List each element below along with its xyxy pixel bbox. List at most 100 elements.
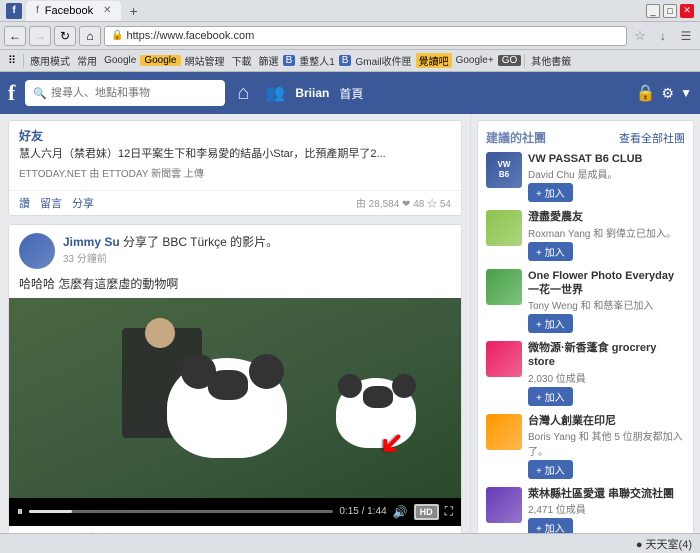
toolbar-item-go[interactable]: GO bbox=[498, 55, 522, 66]
toolbar-item-filter[interactable]: 篩選 bbox=[256, 53, 282, 68]
video-time-display: 0:15 / 1:44 bbox=[339, 506, 386, 517]
toolbar-item-mode[interactable]: 應用模式 bbox=[27, 53, 73, 68]
group-name-5[interactable]: 萊林縣社區愛還 串聯交流社團 bbox=[528, 487, 685, 501]
toolbar-item-common[interactable]: 常用 bbox=[74, 53, 100, 68]
toolbar-item-read[interactable]: 覺讀吧 bbox=[416, 53, 452, 68]
join-button-3[interactable]: + 加入 bbox=[528, 387, 573, 406]
tab-favicon: f bbox=[36, 5, 39, 16]
group-item-5: 萊林縣社區愛還 串聯交流社團 2,471 位成員 + 加入 bbox=[486, 487, 685, 533]
right-sidebar: 建議的社團 查看全部社團 VWB6 VW PASSAT B6 CLUB Davi… bbox=[470, 114, 700, 533]
back-button[interactable]: ← bbox=[4, 26, 26, 46]
maximize-button[interactable]: □ bbox=[663, 4, 677, 18]
search-icon: 🔍 bbox=[33, 87, 47, 100]
volume-icon[interactable]: 🔊 bbox=[393, 505, 408, 519]
url-text: https://www.facebook.com bbox=[126, 30, 254, 42]
action-comment-top[interactable]: 留言 bbox=[40, 195, 62, 211]
post-author-avatar bbox=[19, 233, 55, 269]
see-all-link[interactable]: 查看全部社團 bbox=[619, 130, 685, 146]
group-item-0: VWB6 VW PASSAT B6 CLUB David Chu 是成員。 + … bbox=[486, 152, 685, 202]
group-name-1[interactable]: 澄盡愛農友 bbox=[528, 210, 685, 224]
new-tab-btn[interactable]: + bbox=[125, 3, 141, 19]
toolbar-item-b2[interactable]: B bbox=[339, 55, 352, 66]
group-name-0[interactable]: VW PASSAT B6 CLUB bbox=[528, 152, 685, 166]
top-post-source: ETTODAY.NET 由 ETTODAY 新聞雲 上傳 bbox=[19, 165, 451, 180]
fullscreen-icon[interactable]: ⛶ bbox=[445, 504, 453, 519]
group-avatar-4 bbox=[486, 414, 522, 450]
fb-user-name[interactable]: Briian bbox=[295, 86, 329, 100]
post-card-top: 好友 慧人六月（禁君妹）12日平案生下和李易愛的結晶小Star，比預產期早了2.… bbox=[8, 120, 462, 216]
close-button[interactable]: ✕ bbox=[680, 4, 694, 18]
toolbar-item-refresh[interactable]: 重整人1 bbox=[296, 53, 338, 68]
video-post-time: 33 分鐘前 bbox=[63, 250, 451, 265]
chat-status[interactable]: ● 天天室(4) bbox=[636, 536, 692, 552]
progress-bar[interactable] bbox=[29, 510, 333, 513]
toolbar-item-bookmarks[interactable]: 其他書籤 bbox=[528, 53, 574, 68]
video-controls-bar[interactable]: ⏸ 0:15 / 1:44 🔊 HD ⛶ bbox=[9, 498, 461, 526]
toolbar-item-admin[interactable]: 網站管理 bbox=[182, 53, 228, 68]
status-bar: ● 天天室(4) bbox=[0, 533, 700, 553]
join-button-5[interactable]: + 加入 bbox=[528, 518, 573, 533]
group-meta-5: 2,471 位成員 bbox=[528, 501, 685, 516]
toolbar-bookmark-google2[interactable]: Google bbox=[140, 55, 180, 66]
star-icon[interactable]: ☆ bbox=[630, 26, 650, 46]
group-avatar-2 bbox=[486, 269, 522, 305]
toolbar-item-download[interactable]: 下載 bbox=[229, 53, 255, 68]
browser-icon: f bbox=[6, 3, 22, 19]
toolbar-item-gplus[interactable]: Google+ bbox=[453, 55, 497, 66]
forward-button[interactable]: → bbox=[29, 26, 51, 46]
group-name-2[interactable]: One Flower Photo Everyday 一花一世界 bbox=[528, 269, 685, 298]
toolbar-item-b1[interactable]: B bbox=[283, 55, 296, 66]
group-meta-4: Boris Yang 和 其他 5 位朋友都加入了。 bbox=[528, 428, 685, 458]
toolbar-item-gmail[interactable]: Gmail收件匣 bbox=[352, 53, 414, 68]
apps-icon[interactable]: ⠿ bbox=[4, 54, 20, 67]
fb-notification-icon[interactable]: 🔒 bbox=[636, 83, 656, 103]
group-meta-3: 2,030 位成員 bbox=[528, 370, 685, 385]
group-avatar-3 bbox=[486, 341, 522, 377]
group-avatar-1 bbox=[486, 210, 522, 246]
groups-title: 建議的社團 bbox=[486, 129, 546, 146]
group-meta-0: David Chu 是成員。 bbox=[528, 166, 685, 181]
video-post-card: Jimmy Su 分享了 BBC Türkçe 的影片。 33 分鐘前 哈哈哈 … bbox=[8, 224, 462, 534]
lock-icon: 🔒 bbox=[111, 30, 123, 41]
fb-dropdown-icon[interactable]: ▼ bbox=[680, 86, 692, 100]
group-name-3[interactable]: 微物源·新香蓬食 grocrery store bbox=[528, 341, 685, 370]
group-avatar-5 bbox=[486, 487, 522, 523]
fb-search-box[interactable]: 🔍 bbox=[25, 80, 225, 106]
groups-section: 建議的社團 查看全部社團 VWB6 VW PASSAT B6 CLUB Davi… bbox=[477, 120, 694, 533]
fb-settings-icon[interactable]: ⚙ bbox=[662, 85, 675, 102]
tab-close-icon[interactable]: ✕ bbox=[103, 5, 111, 16]
video-post-author[interactable]: Jimmy Su bbox=[63, 235, 120, 249]
minimize-button[interactable]: _ bbox=[646, 4, 660, 18]
search-input[interactable] bbox=[51, 87, 217, 99]
group-meta-2: Tony Weng 和 和慈峯已加入 bbox=[528, 297, 685, 312]
home-button[interactable]: ⌂ bbox=[79, 26, 101, 46]
fb-nav-friends-icon[interactable]: 👥 bbox=[261, 83, 289, 103]
fb-page-link[interactable]: 首頁 bbox=[339, 85, 363, 102]
join-button-4[interactable]: + 加入 bbox=[528, 460, 573, 479]
video-post-action: 分享了 BBC Türkçe 的影片。 bbox=[123, 235, 278, 249]
hd-badge[interactable]: HD bbox=[414, 504, 439, 520]
view-count: 34,678,181 次觀覽 bbox=[9, 526, 461, 534]
address-bar[interactable]: 🔒 https://www.facebook.com bbox=[104, 26, 627, 46]
download-icon[interactable]: ↓ bbox=[653, 26, 673, 46]
group-name-4[interactable]: 台灣人創業在印尼 bbox=[528, 414, 685, 428]
tab-title: Facebook bbox=[45, 5, 93, 17]
action-share-top[interactable]: 分享 bbox=[72, 195, 94, 211]
group-item-4: 台灣人創業在印尼 Boris Yang 和 其他 5 位朋友都加入了。 + 加入 bbox=[486, 414, 685, 479]
video-container[interactable]: ➜ ⏸ 0:15 / 1:44 🔊 HD ⛶ bbox=[9, 298, 461, 526]
join-button-0[interactable]: + 加入 bbox=[528, 183, 573, 202]
toolbar-item-google[interactable]: Google bbox=[101, 55, 139, 66]
group-meta-1: Roxman Yang 和 劉偉立已加入。 bbox=[528, 225, 685, 240]
status-right: ● 天天室(4) bbox=[636, 536, 692, 552]
group-item-3: 微物源·新香蓬食 grocrery store 2,030 位成員 + 加入 bbox=[486, 341, 685, 406]
join-button-2[interactable]: + 加入 bbox=[528, 314, 573, 333]
action-like-top[interactable]: 讚 bbox=[19, 195, 30, 211]
top-post-stats: 由 28,584 ❤ 48 ☆ 54 bbox=[356, 195, 451, 211]
join-button-1[interactable]: + 加入 bbox=[528, 242, 573, 261]
active-tab[interactable]: f Facebook ✕ bbox=[26, 1, 121, 21]
feed-column: 好友 慧人六月（禁君妹）12日平案生下和李易愛的結晶小Star，比預產期早了2.… bbox=[0, 114, 470, 533]
menu-icon[interactable]: ☰ bbox=[676, 26, 696, 46]
fb-nav-home[interactable]: ⌂ bbox=[231, 82, 255, 105]
pause-button[interactable]: ⏸ bbox=[17, 504, 23, 519]
refresh-button[interactable]: ↻ bbox=[54, 26, 76, 46]
